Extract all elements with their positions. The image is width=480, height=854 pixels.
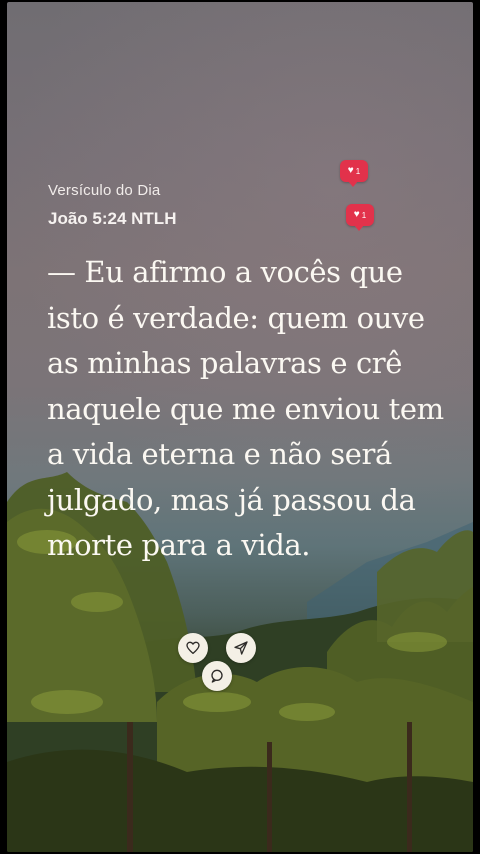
heart-icon: ♥ bbox=[353, 209, 360, 220]
heart-outline-icon bbox=[186, 641, 200, 654]
comment-button[interactable] bbox=[202, 661, 232, 691]
reaction-count: 1 bbox=[355, 166, 361, 176]
send-icon bbox=[234, 641, 248, 655]
reaction-badge: ♥ 1 bbox=[340, 160, 368, 187]
reaction-badge: ♥ 1 bbox=[346, 204, 374, 231]
like-button[interactable] bbox=[178, 633, 208, 663]
verse-overline: Versículo do Dia bbox=[48, 182, 161, 199]
reaction-count: 1 bbox=[361, 210, 367, 220]
story-screen: ♥ 1 ♥ 1 Versículo do Dia João 5:24 NTLH … bbox=[0, 0, 480, 854]
verse-text: — Eu afirmo a vocês que isto é verdade: … bbox=[47, 255, 444, 562]
verse-reference: João 5:24 NTLH bbox=[48, 209, 177, 228]
heart-icon: ♥ bbox=[347, 165, 354, 176]
comment-icon bbox=[211, 669, 223, 683]
share-button[interactable] bbox=[226, 633, 256, 663]
